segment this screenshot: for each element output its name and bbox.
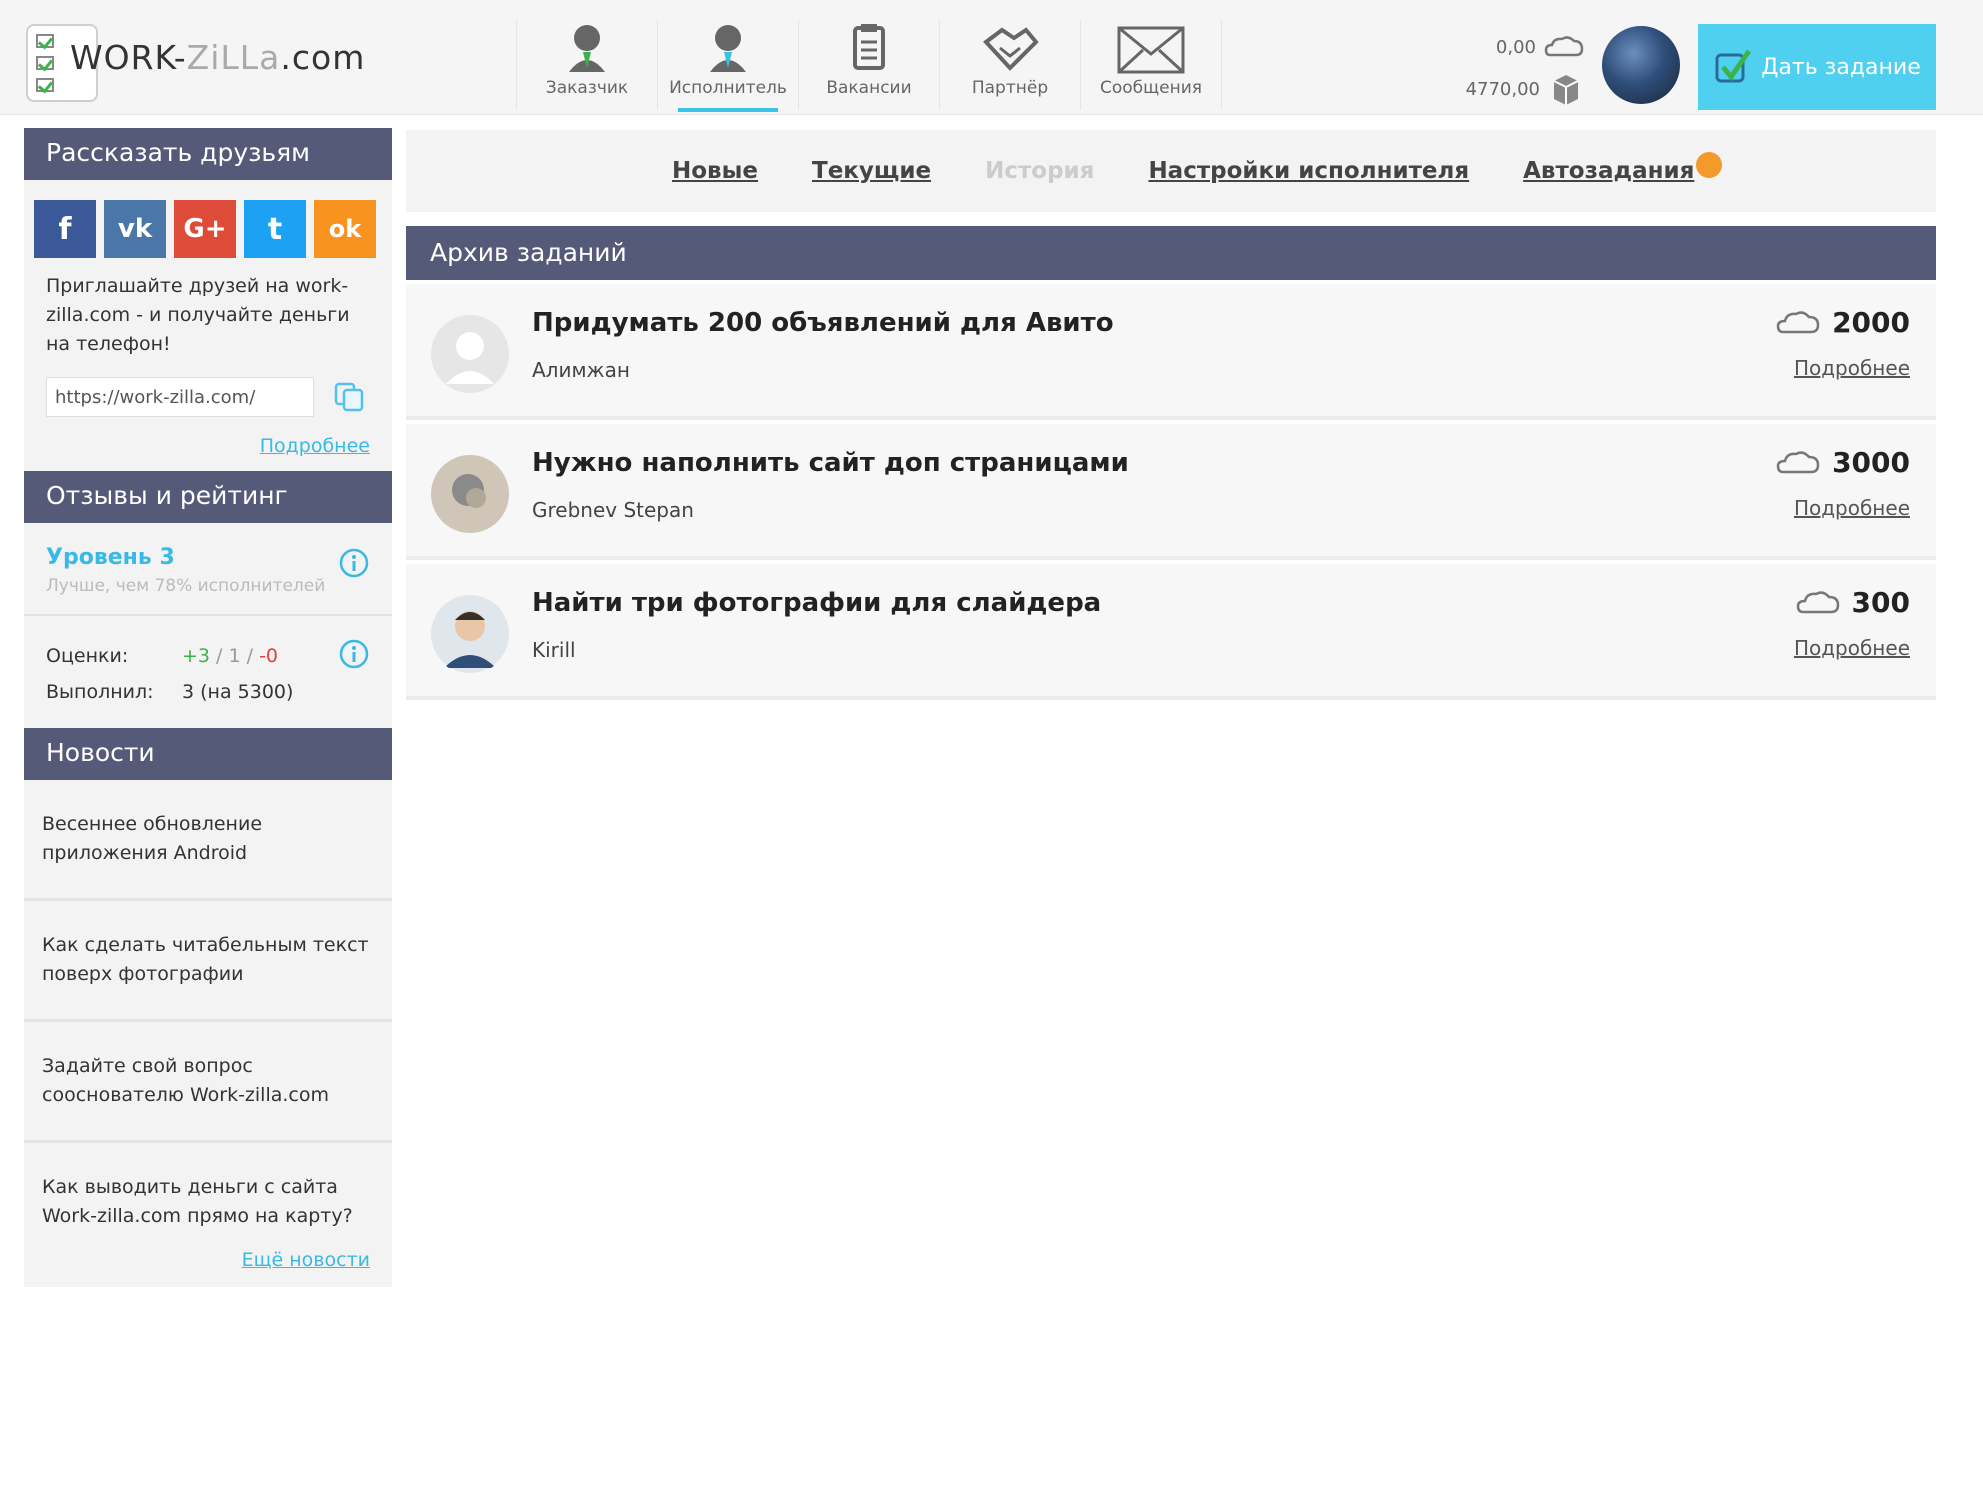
- tab-executor-settings[interactable]: Настройки исполнителя: [1148, 158, 1469, 184]
- task-row[interactable]: Придумать 200 объявлений для Авито Алимж…: [406, 284, 1936, 420]
- nav-messages-label: Сообщения: [1099, 78, 1203, 98]
- balance-panel: 0,00 4770,00: [1448, 26, 1584, 110]
- executor-icon: [710, 25, 746, 72]
- balance-primary-row[interactable]: 0,00: [1448, 26, 1584, 68]
- task-price-value: 3000: [1832, 446, 1910, 479]
- cloud-currency-icon: [1776, 310, 1820, 333]
- task-author: Kirill: [532, 638, 576, 662]
- reviews-block: Уровень 3 Лучше, чем 78% исполнителей Оц…: [24, 523, 392, 728]
- task-price: 300: [1796, 586, 1910, 619]
- task-title[interactable]: Придумать 200 объявлений для Авито: [532, 308, 1114, 338]
- user-avatar: [431, 595, 509, 673]
- left-sidebar: Рассказать друзьям f vk G+ t ok Приглаша…: [24, 128, 392, 1287]
- nav-partner[interactable]: Партнёр: [940, 20, 1080, 112]
- checkmark-icon: [1715, 49, 1752, 83]
- give-task-button[interactable]: Дать задание: [1698, 24, 1936, 110]
- news-heading: Новости: [24, 728, 392, 780]
- news-item[interactable]: Как сделать читабельным текст поверх фот…: [24, 901, 392, 1022]
- more-news-link[interactable]: Ещё новости: [24, 1249, 392, 1287]
- cloud-currency-icon: [1544, 36, 1584, 57]
- done-row: Выполнил: 3 (на 5300): [46, 674, 370, 710]
- nav-executor[interactable]: Исполнитель: [658, 20, 798, 112]
- vk-icon[interactable]: vk: [104, 200, 166, 258]
- main-nav: Заказчик Исполнитель Вакансии Партнёр Со…: [516, 20, 1222, 112]
- referral-link-input[interactable]: [46, 377, 314, 417]
- site-logo[interactable]: WORK-ZiLLa.com: [26, 24, 364, 102]
- tab-history[interactable]: История: [985, 158, 1094, 184]
- task-row[interactable]: Нужно наполнить сайт доп страницами Greb…: [406, 424, 1936, 560]
- ratings-row: Оценки: +3 / 1 / -0: [46, 638, 370, 674]
- tab-autotasks-label: Автозадания: [1523, 158, 1695, 184]
- tab-autotasks[interactable]: Автозадания: [1523, 152, 1723, 184]
- task-title[interactable]: Нужно наполнить сайт доп страницами: [532, 448, 1129, 478]
- task-author: Алимжан: [532, 358, 630, 382]
- task-details-link[interactable]: Подробнее: [1794, 496, 1910, 520]
- odnoklassniki-icon[interactable]: ok: [314, 200, 376, 258]
- nav-vacancies-label: Вакансии: [826, 78, 912, 98]
- done-key: Выполнил:: [46, 681, 154, 703]
- social-buttons: f vk G+ t ok: [24, 180, 392, 258]
- level-block: Уровень 3 Лучше, чем 78% исполнителей: [24, 523, 392, 616]
- news-item[interactable]: Как выводить деньги с сайта Work-zilla.c…: [24, 1143, 392, 1249]
- stats-block: Оценки: +3 / 1 / -0 Выполнил: 3 (на 5300…: [24, 616, 392, 728]
- google-plus-icon[interactable]: G+: [174, 200, 236, 258]
- share-more-link[interactable]: Подробнее: [24, 417, 392, 471]
- balance-secondary-row[interactable]: 4770,00: [1448, 68, 1584, 110]
- archive-heading: Архив заданий: [406, 226, 1936, 280]
- news-block: Весеннее обновление приложения Android К…: [24, 780, 392, 1287]
- task-row[interactable]: Найти три фотографии для слайдера Kirill…: [406, 564, 1936, 700]
- referral-row: [24, 359, 392, 417]
- reviews-heading: Отзывы и рейтинг: [24, 471, 392, 523]
- user-avatar: [431, 455, 509, 533]
- facebook-icon[interactable]: f: [34, 200, 96, 258]
- task-price: 2000: [1776, 306, 1910, 339]
- nav-customer-label: Заказчик: [545, 78, 629, 98]
- info-icon[interactable]: [338, 638, 370, 670]
- user-avatar[interactable]: [1602, 26, 1680, 104]
- nav-vacancies[interactable]: Вакансии: [799, 20, 939, 112]
- info-icon[interactable]: [338, 547, 370, 579]
- news-item[interactable]: Весеннее обновление приложения Android: [24, 780, 392, 901]
- customer-icon: [569, 25, 605, 72]
- share-heading: Рассказать друзьям: [24, 128, 392, 180]
- give-task-label: Дать задание: [1761, 54, 1921, 80]
- nav-customer[interactable]: Заказчик: [517, 20, 657, 112]
- done-value: 3 (на 5300): [182, 681, 294, 703]
- ratings-key: Оценки:: [46, 645, 129, 667]
- alert-badge-icon: [1696, 152, 1723, 178]
- tab-current[interactable]: Текущие: [812, 158, 931, 184]
- task-details-link[interactable]: Подробнее: [1794, 356, 1910, 380]
- copy-icon[interactable]: [332, 380, 366, 414]
- news-item[interactable]: Задайте свой вопрос сооснователю Work-zi…: [24, 1022, 392, 1143]
- cloud-currency-icon: [1796, 590, 1839, 613]
- nav-executor-label: Исполнитель: [669, 78, 787, 98]
- envelope-icon: [1117, 26, 1185, 74]
- share-block: f vk G+ t ok Приглашайте друзей на work-…: [24, 180, 392, 471]
- default-avatar-icon: [431, 315, 509, 393]
- tabs-bar: Новые Текущие История Настройки исполнит…: [406, 130, 1936, 212]
- vacancies-icon: [853, 24, 885, 70]
- task-details-link[interactable]: Подробнее: [1794, 636, 1910, 660]
- invite-text: Приглашайте друзей на work-zilla.com - и…: [46, 275, 350, 355]
- task-price-value: 2000: [1832, 306, 1910, 339]
- balance-secondary-value: 4770,00: [1465, 78, 1540, 100]
- task-price-value: 300: [1851, 586, 1910, 619]
- balance-primary-value: 0,00: [1495, 36, 1536, 58]
- task-author: Grebnev Stepan: [532, 498, 694, 522]
- task-title[interactable]: Найти три фотографии для слайдера: [532, 588, 1101, 618]
- handshake-icon: [983, 27, 1039, 71]
- task-price: 3000: [1776, 446, 1910, 479]
- cloud-currency-icon: [1776, 450, 1820, 473]
- level-subtext: Лучше, чем 78% исполнителей: [46, 576, 326, 596]
- top-header: WORK-ZiLLa.com Заказчик Исполнитель Вака…: [0, 0, 1983, 115]
- ratings-value: +3 / 1 / -0: [182, 645, 279, 667]
- twitter-icon[interactable]: t: [244, 200, 306, 258]
- nav-partner-label: Партнёр: [971, 78, 1049, 98]
- tab-new[interactable]: Новые: [672, 158, 758, 184]
- nav-messages[interactable]: Сообщения: [1081, 20, 1221, 112]
- level-label[interactable]: Уровень 3: [46, 545, 370, 570]
- logo-text: WORK-ZiLLa.com: [70, 38, 366, 77]
- cube-icon: [1553, 75, 1579, 105]
